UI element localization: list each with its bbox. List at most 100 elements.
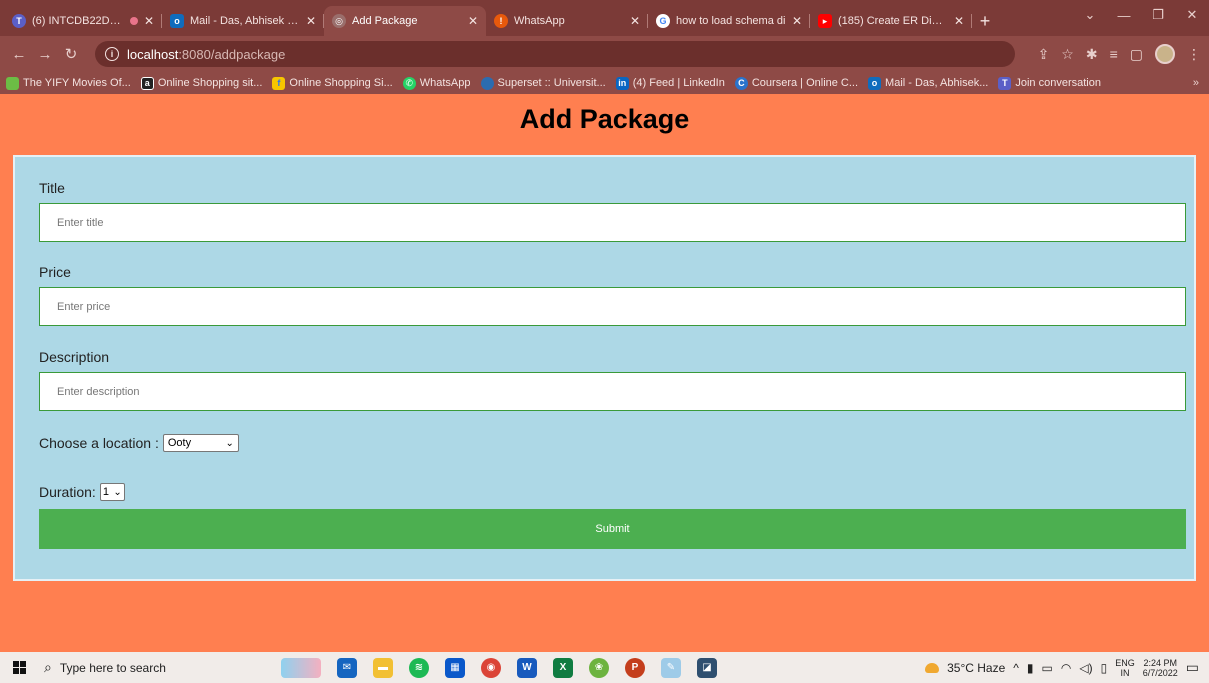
microphone-icon[interactable]: ▮ <box>1027 661 1034 675</box>
close-icon[interactable]: ✕ <box>954 14 964 28</box>
bookmark-label: Mail - Das, Abhisek... <box>885 77 989 89</box>
language-indicator[interactable]: ENG IN <box>1115 658 1135 678</box>
bookmark-amazon[interactable]: a Online Shopping sit... <box>140 76 262 90</box>
bookmark-mail[interactable]: o Mail - Das, Abhisek... <box>868 76 989 90</box>
search-icon: ⌕ <box>44 659 52 675</box>
tab-youtube[interactable]: ▸ (185) Create ER Diagra ✕ <box>810 6 972 36</box>
bookmark-star-icon[interactable]: ☆ <box>1061 46 1074 63</box>
coursera-icon: C <box>734 76 748 90</box>
bookmark-label: Online Shopping Si... <box>289 77 393 89</box>
superset-icon <box>480 76 494 90</box>
bookmark-linkedin[interactable]: in (4) Feed | LinkedIn <box>615 76 725 90</box>
taskbar-search[interactable]: ⌕ Type here to search <box>38 652 253 683</box>
duration-select[interactable]: 1 ⌄ <box>99 483 125 501</box>
tab-search-icon[interactable]: ⌄ <box>1073 0 1107 30</box>
bookmark-coursera[interactable]: C Coursera | Online C... <box>734 76 858 90</box>
paint-icon[interactable]: ✎ <box>661 657 681 678</box>
bookmark-flipkart[interactable]: f Online Shopping Si... <box>272 76 393 90</box>
chevron-down-icon: ⌄ <box>113 486 122 498</box>
description-input[interactable] <box>39 372 1186 411</box>
outlook-icon: o <box>868 76 882 90</box>
spring-tool-icon[interactable]: ❀ <box>589 657 609 678</box>
url-bar[interactable]: i localhost:8080/addpackage <box>95 41 1015 67</box>
taskbar-apps: ✉ ▬ ≋ ▦ ◉ W X ❀ P ✎ ◪ <box>281 657 717 678</box>
chevron-up-icon[interactable]: ^ <box>1013 661 1019 675</box>
close-icon[interactable]: ✕ <box>630 14 640 28</box>
close-icon[interactable]: ✕ <box>144 14 154 28</box>
location-row: Choose a location : Ooty ⌄ <box>39 434 239 452</box>
profile-avatar[interactable] <box>1155 44 1175 64</box>
close-icon[interactable]: ✕ <box>792 14 802 28</box>
menu-kebab-icon[interactable]: ⋮ <box>1187 46 1201 63</box>
tab-teams[interactable]: T (6) INTCDB22DX01 ✕ <box>4 6 162 36</box>
reading-list-icon[interactable]: ≡ <box>1110 46 1118 62</box>
bookmark-superset[interactable]: Superset :: Universit... <box>480 76 606 90</box>
youtube-icon: ▸ <box>818 14 832 28</box>
bookmark-label: (4) Feed | LinkedIn <box>632 77 725 89</box>
close-icon[interactable]: ✕ <box>468 14 478 28</box>
volume-icon[interactable]: ◁) <box>1079 661 1092 675</box>
tab-label: WhatsApp <box>514 15 565 27</box>
teams-icon: T <box>998 76 1012 90</box>
taskbar-search-placeholder: Type here to search <box>59 660 166 675</box>
file-explorer-icon[interactable]: ▬ <box>373 657 393 678</box>
reload-icon[interactable]: ↻ <box>58 45 84 63</box>
battery-icon[interactable]: ▭ <box>1042 661 1053 675</box>
forward-arrow-icon[interactable]: → <box>32 46 58 63</box>
system-tray: 35°C Haze ^ ▮ ▭ ◠ ◁) ▯ ENG IN 2:24 PM 6/… <box>925 652 1209 683</box>
page-title: Add Package <box>519 104 690 134</box>
weather-widget-icon[interactable] <box>281 657 321 678</box>
tab-add-package[interactable]: ◎ Add Package ✕ <box>324 6 486 36</box>
price-input[interactable] <box>39 287 1186 326</box>
minimize-button[interactable]: — <box>1107 0 1141 30</box>
powerpoint-icon[interactable]: P <box>625 657 645 678</box>
clock-time: 2:24 PM <box>1143 657 1177 668</box>
tab-whatsapp[interactable]: ! WhatsApp ✕ <box>486 6 648 36</box>
clock-date: 6/7/2022 <box>1142 667 1178 678</box>
title-input[interactable] <box>39 203 1186 242</box>
mail-app-icon[interactable]: ✉ <box>337 657 357 678</box>
flipkart-icon: f <box>272 76 286 90</box>
close-icon[interactable]: ✕ <box>306 14 316 28</box>
clock[interactable]: 2:24 PM 6/7/2022 <box>1143 658 1178 678</box>
wifi-icon[interactable]: ◠ <box>1061 661 1071 675</box>
tab-mail[interactable]: o Mail - Das, Abhisek (Co ✕ <box>162 6 324 36</box>
bookmark-yify[interactable]: The YIFY Movies Of... <box>6 76 131 90</box>
bookmarks-overflow-icon[interactable]: » <box>1193 72 1199 94</box>
start-button[interactable] <box>0 652 38 683</box>
notifications-icon[interactable]: ▭ <box>1186 659 1199 676</box>
language-code: ENG <box>1115 657 1135 668</box>
toolbar-actions: ⇪ ☆ ✱ ≡ ▢ ⋮ <box>1038 36 1201 72</box>
location-select[interactable]: Ooty ⌄ <box>162 434 239 452</box>
new-tab-button[interactable]: + <box>972 6 998 36</box>
recording-dot-icon <box>129 17 138 25</box>
bookmark-label: WhatsApp <box>419 77 471 89</box>
display-icon[interactable]: ▯ <box>1101 661 1108 675</box>
submit-button[interactable]: Submit <box>39 509 1186 549</box>
extensions-icon[interactable]: ✱ <box>1086 46 1098 63</box>
linkedin-icon: in <box>615 76 629 90</box>
tab-label: (6) INTCDB22DX01 <box>32 15 124 27</box>
address-toolbar: ← → ↻ i localhost:8080/addpackage ⇪ ☆ ✱ … <box>0 36 1209 72</box>
chrome-icon[interactable]: ◉ <box>481 657 501 678</box>
url-path: :8080/addpackage <box>178 46 286 62</box>
store-icon[interactable]: ▦ <box>445 657 465 678</box>
share-icon[interactable]: ⇪ <box>1038 46 1050 63</box>
spotify-icon[interactable]: ≋ <box>409 657 429 678</box>
tab-google-search[interactable]: G how to load schema di ✕ <box>648 6 810 36</box>
tab-label: how to load schema di <box>676 15 786 27</box>
restore-button[interactable]: ❐ <box>1141 0 1175 30</box>
tab-label: (185) Create ER Diagra <box>838 15 948 27</box>
tab-label: Mail - Das, Abhisek (Co <box>190 15 300 27</box>
bookmark-label: Join conversation <box>1015 77 1101 89</box>
word-icon[interactable]: W <box>517 657 537 678</box>
bookmark-teams[interactable]: T Join conversation <box>998 76 1101 90</box>
side-panel-icon[interactable]: ▢ <box>1130 46 1143 63</box>
bookmark-whatsapp[interactable]: ✆ WhatsApp <box>402 76 471 90</box>
vm-app-icon[interactable]: ◪ <box>697 657 717 678</box>
close-window-button[interactable]: ✕ <box>1175 0 1209 30</box>
site-info-icon[interactable]: i <box>105 47 119 61</box>
back-arrow-icon[interactable]: ← <box>6 46 32 63</box>
weather-text[interactable]: 35°C Haze <box>947 661 1005 675</box>
excel-icon[interactable]: X <box>553 657 573 678</box>
